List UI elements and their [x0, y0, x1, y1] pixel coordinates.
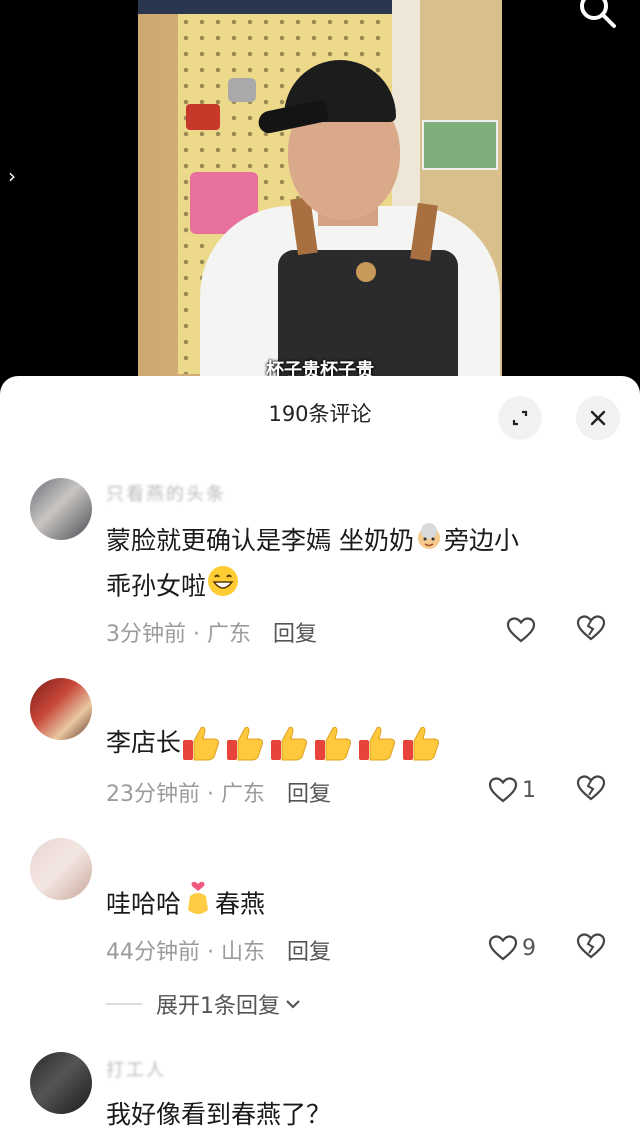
reply-button[interactable]: 回复 — [273, 622, 317, 647]
thumbs-up-emojis — [181, 726, 445, 761]
comment-username[interactable]: 打工人 — [106, 1056, 166, 1082]
comment-username[interactable]: 只看燕的头条 — [106, 480, 226, 506]
comment-text-line1: 蒙脸就更确认是李嫣 坐奶奶 — [106, 526, 414, 555]
comment-meta: 3分钟前 · 广东 回复 — [106, 616, 317, 648]
broken-heart-icon — [576, 775, 606, 801]
grandmother-emoji — [414, 521, 444, 564]
comment-text-body: 李店长 — [106, 728, 182, 757]
grinning-emoji — [206, 564, 240, 611]
chevron-down-icon — [286, 1000, 300, 1009]
comment-location: 广东 — [220, 782, 265, 807]
video-frame: 杯子贵杯子贵 — [138, 0, 502, 400]
heart-icon — [506, 617, 536, 643]
thumbs-up-icon — [315, 726, 352, 761]
expand-replies-label: 展开1条回复 — [156, 994, 280, 1019]
avatar[interactable] — [30, 478, 92, 540]
reply-button[interactable]: 回复 — [287, 782, 331, 807]
heart-icon — [488, 777, 518, 803]
meta-separator: · — [200, 782, 221, 807]
like-count: 9 — [522, 935, 536, 961]
avatar[interactable] — [30, 1052, 92, 1114]
thumbs-up-icon — [403, 726, 440, 761]
meta-separator: · — [186, 622, 207, 647]
expand-button[interactable] — [498, 396, 542, 440]
heart-hands-emoji — [181, 880, 215, 931]
comment-text-after: 春燕 — [215, 889, 266, 919]
comment-text: 哇哈哈 春燕 — [106, 880, 616, 931]
broken-heart-icon — [576, 933, 606, 959]
close-icon — [590, 410, 606, 426]
meta-separator: · — [200, 940, 221, 965]
comment-meta: 23分钟前 · 广东 回复 — [106, 776, 331, 808]
comment-text-line2: 乖孙女啦 — [106, 571, 207, 600]
comment-text: 我好像看到春燕了？ — [106, 1094, 616, 1136]
comment-text-mid: 旁边小 — [443, 526, 519, 555]
dislike-button[interactable] — [576, 774, 608, 806]
thumbs-up-icon — [183, 726, 220, 761]
comment-text-before: 哇哈哈 — [106, 889, 182, 919]
comment-meta: 44分钟前 · 山东 回复 — [106, 934, 331, 966]
comment-location: 山东 — [220, 940, 265, 965]
reply-button[interactable]: 回复 — [287, 940, 331, 965]
like-button[interactable]: 9 — [488, 932, 536, 964]
avatar[interactable] — [30, 838, 92, 900]
heart-icon — [488, 935, 518, 961]
comment-time: 23分钟前 — [106, 782, 200, 807]
comment-time: 3分钟前 — [106, 622, 186, 647]
thumbs-up-icon — [227, 726, 264, 761]
like-count: 1 — [522, 777, 536, 803]
comment-sheet: 190条评论 只看燕的头条 蒙脸就更确认是李嫣 坐奶奶 旁边小 乖孙女啦 3分钟… — [0, 376, 640, 1138]
broken-heart-icon — [576, 615, 606, 641]
comment-text: 蒙脸就更确认是李嫣 坐奶奶 旁边小 乖孙女啦 — [106, 520, 616, 611]
like-button[interactable] — [506, 614, 536, 646]
thumbs-up-icon — [359, 726, 396, 761]
comment-count-title: 190条评论 — [268, 402, 372, 426]
comment-text-body: 我好像看到春燕了？ — [106, 1100, 332, 1129]
dislike-button[interactable] — [576, 932, 608, 964]
comment-location: 广东 — [206, 622, 251, 647]
expand-icon — [512, 410, 528, 426]
expand-replies-button[interactable]: 展开1条回复 — [106, 988, 302, 1020]
close-button[interactable] — [576, 396, 620, 440]
like-button[interactable]: 1 — [488, 774, 536, 806]
comment-time: 44分钟前 — [106, 940, 200, 965]
thumbs-up-icon — [271, 726, 308, 761]
dislike-button[interactable] — [576, 614, 608, 646]
avatar[interactable] — [30, 678, 92, 740]
search-icon[interactable] — [574, 0, 618, 30]
divider — [106, 1003, 142, 1005]
comment-text: 李店长 — [106, 722, 616, 764]
video-player[interactable]: 杯子贵杯子贵 › — [0, 0, 640, 400]
chevron-right-icon[interactable]: › — [8, 164, 28, 188]
